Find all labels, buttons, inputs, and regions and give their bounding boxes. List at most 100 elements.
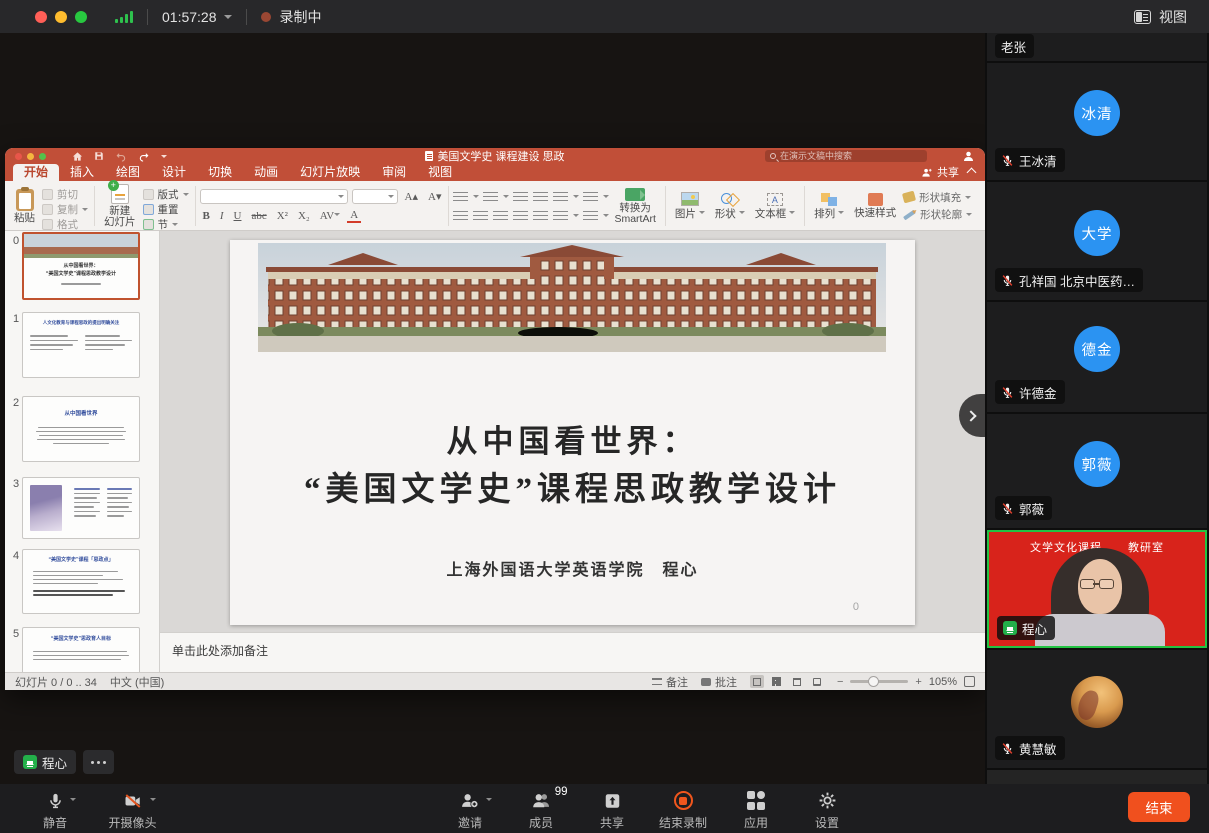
language-indicator[interactable]: 中文 (中国) [110, 674, 164, 690]
settings-button[interactable]: 设置 [797, 790, 857, 831]
insert-textbox-button[interactable]: A 文本框 [750, 184, 800, 228]
current-slide[interactable]: 从中国看世界： “美国文学史”课程思政教学设计 上海外国语大学英语学院 程心 0 [230, 240, 915, 625]
tab-draw[interactable]: 绘图 [105, 164, 151, 181]
zoom-level[interactable]: 105% [929, 676, 957, 688]
justify-button[interactable] [513, 209, 528, 222]
layout-button[interactable]: 版式 [143, 187, 189, 202]
participant-tile-kongxiangguo[interactable]: 大学 孔祥国 北京中医药… [987, 182, 1207, 300]
presenter-label[interactable]: 程心 [14, 750, 76, 774]
stop-recording-button[interactable]: 结束录制 [648, 790, 718, 831]
superscript-button[interactable]: X² [274, 210, 291, 222]
zoom-in-button[interactable]: + [915, 676, 921, 688]
font-family-select[interactable] [200, 189, 348, 204]
window-controls[interactable] [35, 11, 87, 23]
maximize-window-icon[interactable] [39, 153, 46, 160]
end-meeting-button[interactable]: 结束 [1128, 792, 1190, 822]
ppt-share-button[interactable]: 共享 [921, 164, 959, 180]
format-painter-button[interactable]: 格式 [42, 217, 88, 232]
slide-thumbnail-2[interactable]: 从中国看世界 [22, 396, 140, 462]
slide-title-line2[interactable]: “美国文学史”课程思政教学设计 [230, 462, 915, 510]
tab-transitions[interactable]: 切换 [197, 164, 243, 181]
mute-button[interactable]: 静音 [25, 790, 85, 831]
tab-review[interactable]: 审阅 [371, 164, 417, 181]
apps-button[interactable]: 应用 [726, 790, 786, 831]
search-input[interactable] [780, 151, 910, 161]
italic-button[interactable]: I [217, 210, 227, 222]
notes-toggle[interactable]: 备注 [652, 674, 688, 690]
tab-design[interactable]: 设计 [151, 164, 197, 181]
participant-tile-wangbingqing[interactable]: 冰清 王冰清 [987, 63, 1207, 180]
participant-tile-huanghuimin[interactable]: 黄慧敏 [987, 650, 1207, 768]
slide-title-line1[interactable]: 从中国看世界： [230, 416, 915, 461]
quick-styles-button[interactable]: 快速样式 [849, 184, 901, 228]
columns-button[interactable] [583, 190, 598, 203]
decrease-indent-button[interactable] [513, 190, 528, 203]
minimize-window-icon[interactable] [27, 153, 34, 160]
align-right-button[interactable] [493, 209, 508, 222]
toolbar-options-icon[interactable] [161, 155, 167, 161]
meeting-timer[interactable]: 01:57:28 [162, 9, 217, 25]
chevron-down-icon[interactable] [70, 798, 76, 804]
more-options-button[interactable] [83, 750, 114, 774]
bullets-button[interactable] [453, 190, 468, 203]
invite-button[interactable]: 邀请 [440, 790, 500, 831]
subscript-button[interactable]: X₂ [295, 210, 313, 222]
slide-sorter-button[interactable] [770, 675, 784, 688]
notes-pane[interactable]: 单击此处添加备注 [160, 632, 985, 672]
zoom-slider-knob[interactable] [868, 676, 879, 687]
slide-editor-canvas[interactable]: 从中国看世界： “美国文学史”课程思政教学设计 上海外国语大学英语学院 程心 0 [160, 231, 985, 632]
line-spacing-button[interactable] [553, 190, 568, 203]
slide-author[interactable]: 上海外国语大学英语学院 程心 [230, 556, 915, 580]
slide-thumbnail-4[interactable]: “美国文学史”课程「思政点」 [22, 549, 140, 614]
fit-slide-icon[interactable] [964, 676, 975, 687]
close-window-icon[interactable] [35, 11, 47, 23]
slide-thumbnail-0[interactable]: 从中国看世界： “美国文学史”课程思政教学设计 [22, 232, 140, 300]
tab-insert[interactable]: 插入 [59, 164, 105, 181]
camera-button[interactable]: 开摄像头 [95, 790, 170, 831]
cut-button[interactable]: 剪切 [42, 187, 88, 202]
numbering-button[interactable] [483, 190, 498, 203]
home-icon[interactable] [72, 151, 83, 162]
increase-font-button[interactable]: A▴ [402, 190, 421, 203]
insert-shapes-button[interactable]: 形状 [710, 184, 750, 228]
align-text-button[interactable] [583, 209, 598, 222]
chevron-down-icon[interactable] [224, 15, 232, 23]
align-center-button[interactable] [473, 209, 488, 222]
redo-icon[interactable] [138, 151, 150, 162]
chevron-down-icon[interactable] [486, 798, 492, 804]
account-icon[interactable] [962, 150, 975, 162]
tab-view[interactable]: 视图 [417, 164, 463, 181]
font-size-select[interactable] [352, 189, 398, 204]
ppt-window-controls[interactable] [15, 153, 46, 160]
tab-slideshow[interactable]: 幻灯片放映 [289, 164, 371, 181]
copy-button[interactable]: 复制 [42, 202, 88, 217]
tab-animations[interactable]: 动画 [243, 164, 289, 181]
undo-icon[interactable] [115, 151, 127, 162]
reading-view-button[interactable] [790, 675, 804, 688]
increase-indent-button[interactable] [533, 190, 548, 203]
shape-outline-button[interactable]: 形状轮廓 [903, 207, 972, 222]
participant-tile-xudejin[interactable]: 德金 许德金 [987, 302, 1207, 412]
zoom-out-button[interactable]: − [837, 676, 843, 688]
slide-thumbnail-5[interactable]: “美国文学史”思政育人目标 [22, 627, 140, 672]
search-box[interactable] [765, 150, 927, 162]
slide-thumbnail-3[interactable] [22, 477, 140, 539]
strikethrough-button[interactable]: abc [248, 210, 269, 222]
insert-picture-button[interactable]: 图片 [670, 184, 710, 228]
comments-toggle[interactable]: 批注 [701, 674, 737, 690]
bold-button[interactable]: B [200, 210, 213, 222]
normal-view-button[interactable] [750, 675, 764, 688]
arrange-button[interactable]: 排列 [809, 184, 849, 228]
chevron-down-icon[interactable] [150, 798, 156, 804]
tab-home[interactable]: 开始 [13, 164, 59, 181]
shape-fill-button[interactable]: 形状填充 [903, 190, 972, 205]
align-left-button[interactable] [453, 209, 468, 222]
convert-smartart-button[interactable]: 转换为SmartArt [609, 184, 660, 228]
participant-tile-partial[interactable] [987, 770, 1207, 784]
share-screen-button[interactable]: 共享 [582, 790, 642, 831]
text-direction-button[interactable] [553, 209, 568, 222]
reset-button[interactable]: 重置 [143, 202, 189, 217]
participant-tile-laozhang[interactable]: 老张 [987, 33, 1207, 61]
paste-button[interactable]: 粘贴 [9, 184, 40, 228]
zoom-slider[interactable] [850, 680, 908, 683]
